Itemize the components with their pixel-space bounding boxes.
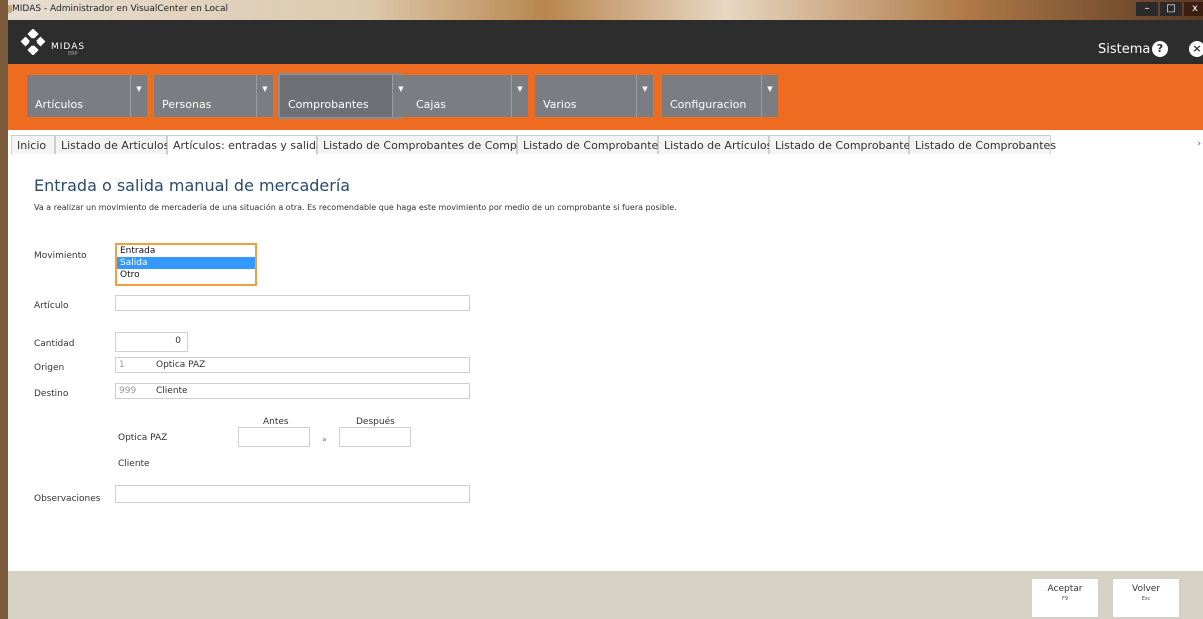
tab-strip: Inicio Listado de Articulos Artículos: e… [8,133,1203,156]
destino-name: Cliente [156,386,188,396]
tab-listado-comprobantes-2[interactable]: Listado de Comprobantes [769,135,916,154]
volver-label: Volver [1131,584,1161,594]
logo-subtext: ERP [68,51,78,57]
tab-inicio[interactable]: Inicio [11,135,55,154]
antes-label: Antes [263,417,289,427]
menu-comprobantes-label: Comprobantes [288,98,369,111]
page-description: Va a realizar un movimiento de mercaderí… [34,203,677,212]
menu-articulos[interactable]: Artículos ▼ [27,75,147,117]
title-bar: MIDAS - Administrador en VisualCenter en… [8,0,1203,20]
volver-shortcut: Esc [1141,596,1151,602]
sistema-menu[interactable]: Sistema [1098,42,1150,57]
window-title: MIDAS - Administrador en VisualCenter en… [12,4,228,14]
tab-listado-articulos-2[interactable]: Listado de Articulos [658,135,772,154]
observaciones-input[interactable] [115,485,470,503]
aceptar-button[interactable]: Aceptar F9 [1031,578,1099,618]
app-window: MIDAS - Administrador en VisualCenter en… [8,0,1203,619]
menu-comprobantes[interactable]: Comprobantes [278,73,402,119]
menu-articulos-label: Artículos [35,98,83,111]
form-panel: Entrada o salida manual de mercadería Va… [8,155,1203,571]
articulo-input[interactable] [115,295,470,311]
menu-configuracion-label: Configuracion [670,98,747,111]
destino-code: 999 [119,386,137,396]
chevron-down-icon[interactable]: ▼ [636,75,653,117]
articulo-label: Artículo [34,301,69,311]
stock-origen-name: Optica PAZ [118,433,168,443]
movimiento-listbox[interactable]: Entrada Salida Otro [115,243,257,286]
cantidad-label: Cantidad [34,339,75,349]
observaciones-label: Observaciones [34,494,101,504]
tabs-scroll-right-icon[interactable]: › [1197,139,1201,149]
tab-articulos-entradas-salidas[interactable]: Artículos: entradas y salidas [167,135,328,156]
menu-configuracion[interactable]: Configuracion ▼ [662,75,778,117]
tab-listado-articulos[interactable]: Listado de Articulos [55,135,169,154]
close-icon[interactable]: × [1189,41,1203,57]
tab-listado-comprobantes-3[interactable]: Listado de Comprobantes [909,135,1056,154]
menu-varios[interactable]: Varios ▼ [535,75,653,117]
chevron-down-icon[interactable]: ▼ [761,75,778,117]
midas-logo-icon [20,29,46,55]
cantidad-input[interactable]: 0 [115,332,188,352]
help-icon[interactable]: ? [1152,41,1168,57]
origen-code: 1 [119,360,125,370]
minimize-button[interactable]: – [1136,2,1158,16]
origen-name: Optica PAZ [156,360,206,370]
stock-antes-value [238,427,310,447]
option-salida[interactable]: Salida [117,257,255,269]
stock-destino-name: Cliente [118,459,150,469]
tab-listado-comprobantes[interactable]: Listado de Comprobantes [517,135,664,154]
menu-personas-label: Personas [162,98,212,111]
arrow-right-icon: » [322,435,327,444]
page-title: Entrada o salida manual de mercadería [34,176,351,195]
maximize-button[interactable]: □ [1160,2,1182,16]
aceptar-label: Aceptar [1047,584,1083,594]
action-bar: Aceptar F9 Volver Esc [8,571,1203,619]
chevron-down-icon[interactable]: ▼ [256,75,273,117]
destino-label: Destino [34,389,69,399]
chevron-down-icon[interactable]: ▼ [130,75,147,117]
volver-button[interactable]: Volver Esc [1112,578,1180,618]
option-entrada[interactable]: Entrada [117,245,255,257]
menu-varios-label: Varios [543,98,577,111]
main-menu-bar: Artículos ▼ Personas ▼ Comprobantes Caja… [8,64,1203,130]
tab-listado-comprobantes-compras[interactable]: Listado de Comprobantes de Compras [317,135,534,154]
window-close-button[interactable]: x [1184,2,1203,16]
menu-personas[interactable]: Personas ▼ [154,75,273,117]
menu-cajas-label: Cajas [416,98,446,111]
chevron-down-icon[interactable]: ▼ [511,75,528,117]
chevron-down-icon[interactable]: ▼ [392,75,409,117]
origen-field[interactable]: 1 Optica PAZ [115,357,470,373]
menu-cajas[interactable]: Cajas ▼ [408,75,528,117]
aceptar-shortcut: F9 [1061,596,1069,602]
despues-label: Después [356,417,395,427]
app-header: MIDAS ERP Sistema ? × [8,20,1203,64]
stock-despues-value [339,427,411,447]
option-otro[interactable]: Otro [117,269,255,281]
destino-field[interactable]: 999 Cliente [115,383,470,399]
movimiento-label: Movimiento [34,251,87,261]
origen-label: Origen [34,363,65,373]
